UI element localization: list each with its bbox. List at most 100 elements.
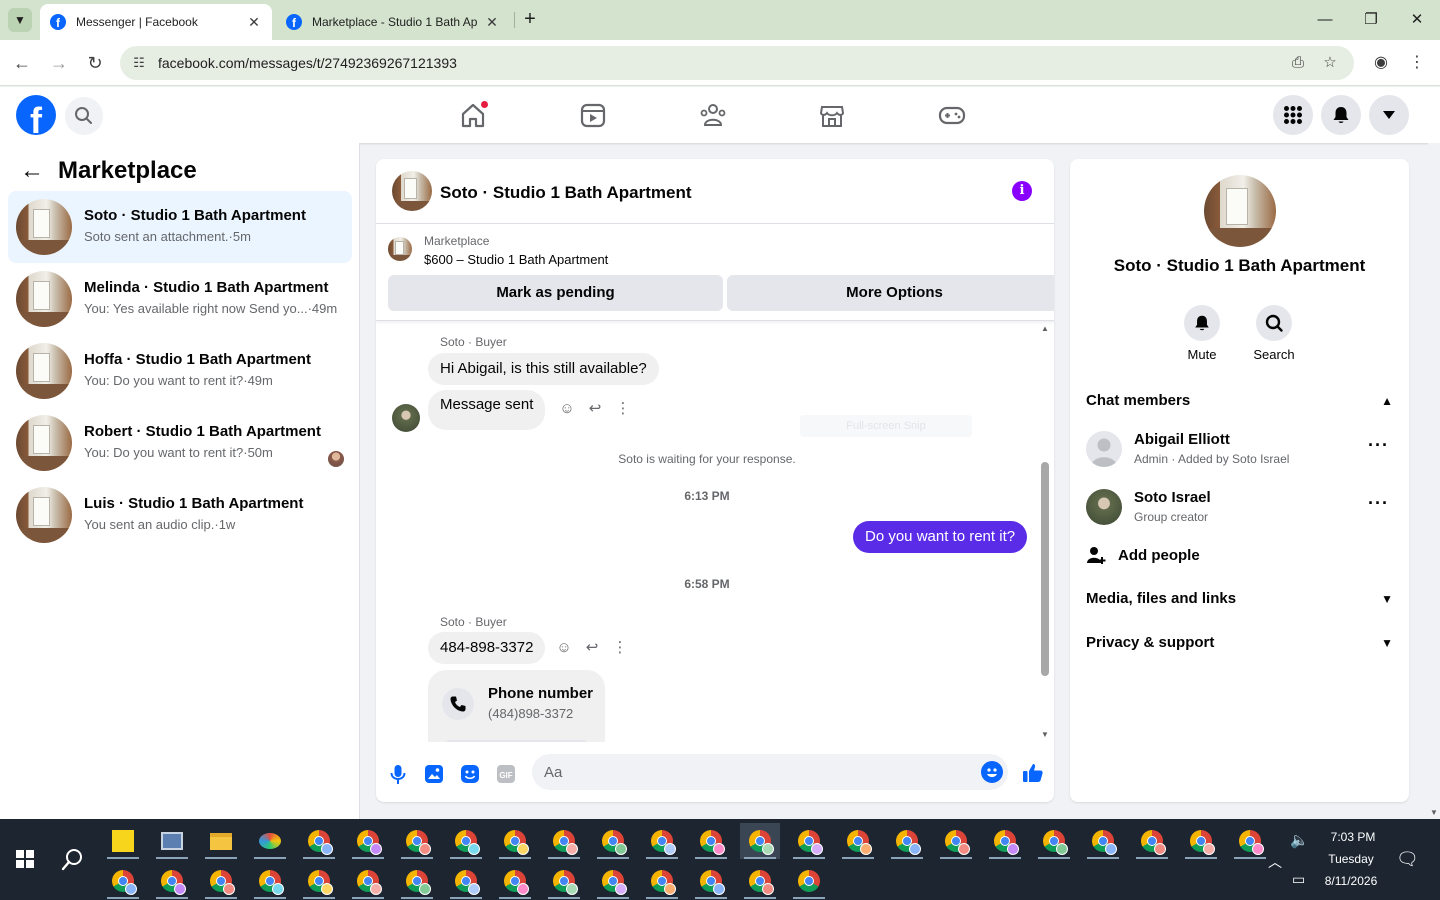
chrome-window-icon[interactable] [1230, 823, 1270, 859]
chrome-window-icon[interactable] [593, 823, 633, 859]
message-input[interactable] [532, 754, 1008, 790]
notifications-button[interactable] [1321, 95, 1361, 135]
page-scrollbar[interactable]: ▼ [1428, 143, 1440, 819]
chevron-down-icon[interactable]: ▼ [1381, 636, 1393, 650]
tab-marketplace[interactable]: f Marketplace - Studio 1 Bath Ap ✕ [276, 4, 510, 40]
conversation-item-melinda[interactable]: Melinda · Studio 1 Bath Apartment You: Y… [8, 263, 352, 335]
new-tab-button[interactable]: + [518, 8, 542, 32]
install-app-icon[interactable]: ⎙ [1288, 53, 1308, 73]
chrome-window-icon[interactable] [348, 863, 388, 899]
reply-icon[interactable]: ↩ [586, 400, 604, 418]
listing-title[interactable]: $600 – Studio 1 Bath Apartment [424, 252, 608, 267]
reload-icon[interactable]: ↻ [81, 50, 109, 76]
listing-thumbnail[interactable] [388, 237, 412, 261]
mute-button[interactable]: Mute [1172, 305, 1232, 362]
chrome-window-icon[interactable] [789, 823, 829, 859]
bookmark-star-icon[interactable]: ☆ [1320, 53, 1340, 73]
search-icon[interactable] [60, 846, 86, 872]
back-arrow-icon[interactable]: ← [20, 157, 44, 185]
more-actions-icon[interactable]: ⋮ [614, 400, 632, 418]
scroll-thumb[interactable] [1041, 462, 1049, 676]
search-button[interactable] [65, 97, 103, 135]
chrome-menu-icon[interactable]: ⋮ [1406, 52, 1428, 74]
chrome-window-icon[interactable] [838, 823, 878, 859]
close-tab-icon[interactable]: ✕ [246, 14, 262, 31]
sticker-icon[interactable] [459, 763, 481, 785]
info-icon[interactable]: i [1012, 181, 1032, 201]
chrome-window-icon[interactable] [936, 823, 976, 859]
conversation-item-luis[interactable]: Luis · Studio 1 Bath Apartment You sent … [8, 479, 352, 551]
network-icon[interactable]: ▭ [1292, 871, 1305, 888]
member-item[interactable]: Abigail Elliott Admin · Added by Soto Is… [1086, 427, 1393, 471]
clock-date[interactable]: 8/11/2026 [1316, 874, 1386, 888]
incoming-message[interactable]: Hi Abigail, is this still available? [428, 353, 659, 385]
chrome-window-icon[interactable] [397, 863, 437, 899]
chrome-window-icon[interactable] [691, 863, 731, 899]
outgoing-message[interactable]: Do you want to rent it? [853, 521, 1028, 553]
volume-icon[interactable]: 🔈 [1290, 831, 1309, 849]
scroll-down-arrow-icon[interactable]: ▼ [1430, 808, 1438, 817]
conversation-avatar[interactable] [1204, 175, 1276, 247]
chrome-window-icon[interactable] [103, 863, 143, 899]
maximize-window-button[interactable]: ❐ [1348, 6, 1394, 34]
chat-members-section[interactable]: Chat members ▲ [1086, 392, 1393, 409]
clock-time[interactable]: 7:03 PM [1318, 830, 1388, 844]
chrome-window-icon[interactable] [691, 823, 731, 859]
chrome-window-icon[interactable] [740, 863, 780, 899]
groups-icon[interactable] [696, 99, 730, 131]
chrome-window-icon[interactable] [250, 863, 290, 899]
chrome-window-icon[interactable] [887, 823, 927, 859]
tab-messenger[interactable]: f Messenger | Facebook ✕ [40, 4, 272, 40]
chrome-window-icon[interactable] [495, 863, 535, 899]
chrome-window-icon[interactable] [348, 823, 388, 859]
account-button[interactable] [1369, 95, 1409, 135]
close-tab-icon[interactable]: ✕ [484, 14, 500, 31]
chrome-window-icon[interactable] [299, 823, 339, 859]
chat-title[interactable]: Soto · Studio 1 Bath Apartment [440, 183, 692, 203]
member-item[interactable]: Soto Israel Group creator ··· [1086, 485, 1393, 529]
chrome-window-icon[interactable] [544, 823, 584, 859]
chrome-window-icon[interactable] [201, 863, 241, 899]
reply-icon[interactable]: ↩ [583, 639, 601, 657]
notifications-icon[interactable]: 🗨 [1396, 849, 1419, 870]
more-actions-icon[interactable]: ⋮ [611, 639, 629, 657]
conversation-item-robert[interactable]: Robert · Studio 1 Bath Apartment You: Do… [8, 407, 352, 479]
windows-start-icon[interactable] [16, 850, 34, 868]
incoming-message[interactable]: 484-898-3372 [428, 632, 546, 664]
clock-day[interactable]: Tuesday [1316, 852, 1386, 866]
chrome-window-icon[interactable] [446, 863, 486, 899]
sticky-notes-icon[interactable] [103, 823, 143, 859]
media-files-links-section[interactable]: Media, files and links ▼ [1086, 590, 1393, 607]
chrome-window-icon[interactable] [1181, 823, 1221, 859]
chrome-window-icon[interactable] [1034, 823, 1074, 859]
site-settings-icon[interactable]: ☷ [130, 54, 148, 72]
chrome-window-icon[interactable] [789, 863, 829, 899]
phone-number-card[interactable]: Phone number (484)898-3372 [428, 670, 605, 742]
chrome-window-icon[interactable] [446, 823, 486, 859]
microphone-icon[interactable] [387, 763, 409, 785]
chrome-window-icon[interactable] [1132, 823, 1172, 859]
address-bar[interactable]: ☷ facebook.com/messages/t/27492369267121… [120, 46, 1354, 80]
scroll-up-arrow-icon[interactable]: ▲ [1040, 324, 1050, 334]
chevron-down-icon[interactable]: ▼ [1381, 592, 1393, 606]
sender-avatar[interactable] [392, 404, 420, 432]
marketplace-icon[interactable] [815, 99, 849, 131]
tab-search-dropdown-icon[interactable]: ▼ [8, 8, 32, 32]
conversation-item-soto[interactable]: Soto · Studio 1 Bath Apartment Soto sent… [8, 191, 352, 263]
chrome-window-icon[interactable] [985, 823, 1025, 859]
forward-arrow-icon[interactable]: → [45, 50, 73, 76]
chevron-up-icon[interactable]: ︿ [1268, 852, 1282, 872]
video-icon[interactable] [576, 99, 610, 131]
chrome-window-icon[interactable] [397, 823, 437, 859]
chrome-window-icon[interactable] [544, 863, 584, 899]
chrome-window-icon[interactable] [642, 823, 682, 859]
chrome-window-icon[interactable] [299, 863, 339, 899]
thumbs-up-icon[interactable] [1021, 761, 1045, 785]
chat-scrollbar[interactable]: ▲ ▼ [1040, 324, 1050, 740]
react-smiley-icon[interactable]: ☺ [558, 400, 576, 418]
chevron-up-icon[interactable]: ▲ [1381, 394, 1393, 408]
more-options-icon[interactable]: ··· [1368, 493, 1389, 514]
chrome-window-icon[interactable] [1083, 823, 1123, 859]
chrome-window-icon[interactable] [593, 863, 633, 899]
file-explorer-icon[interactable] [201, 823, 241, 859]
